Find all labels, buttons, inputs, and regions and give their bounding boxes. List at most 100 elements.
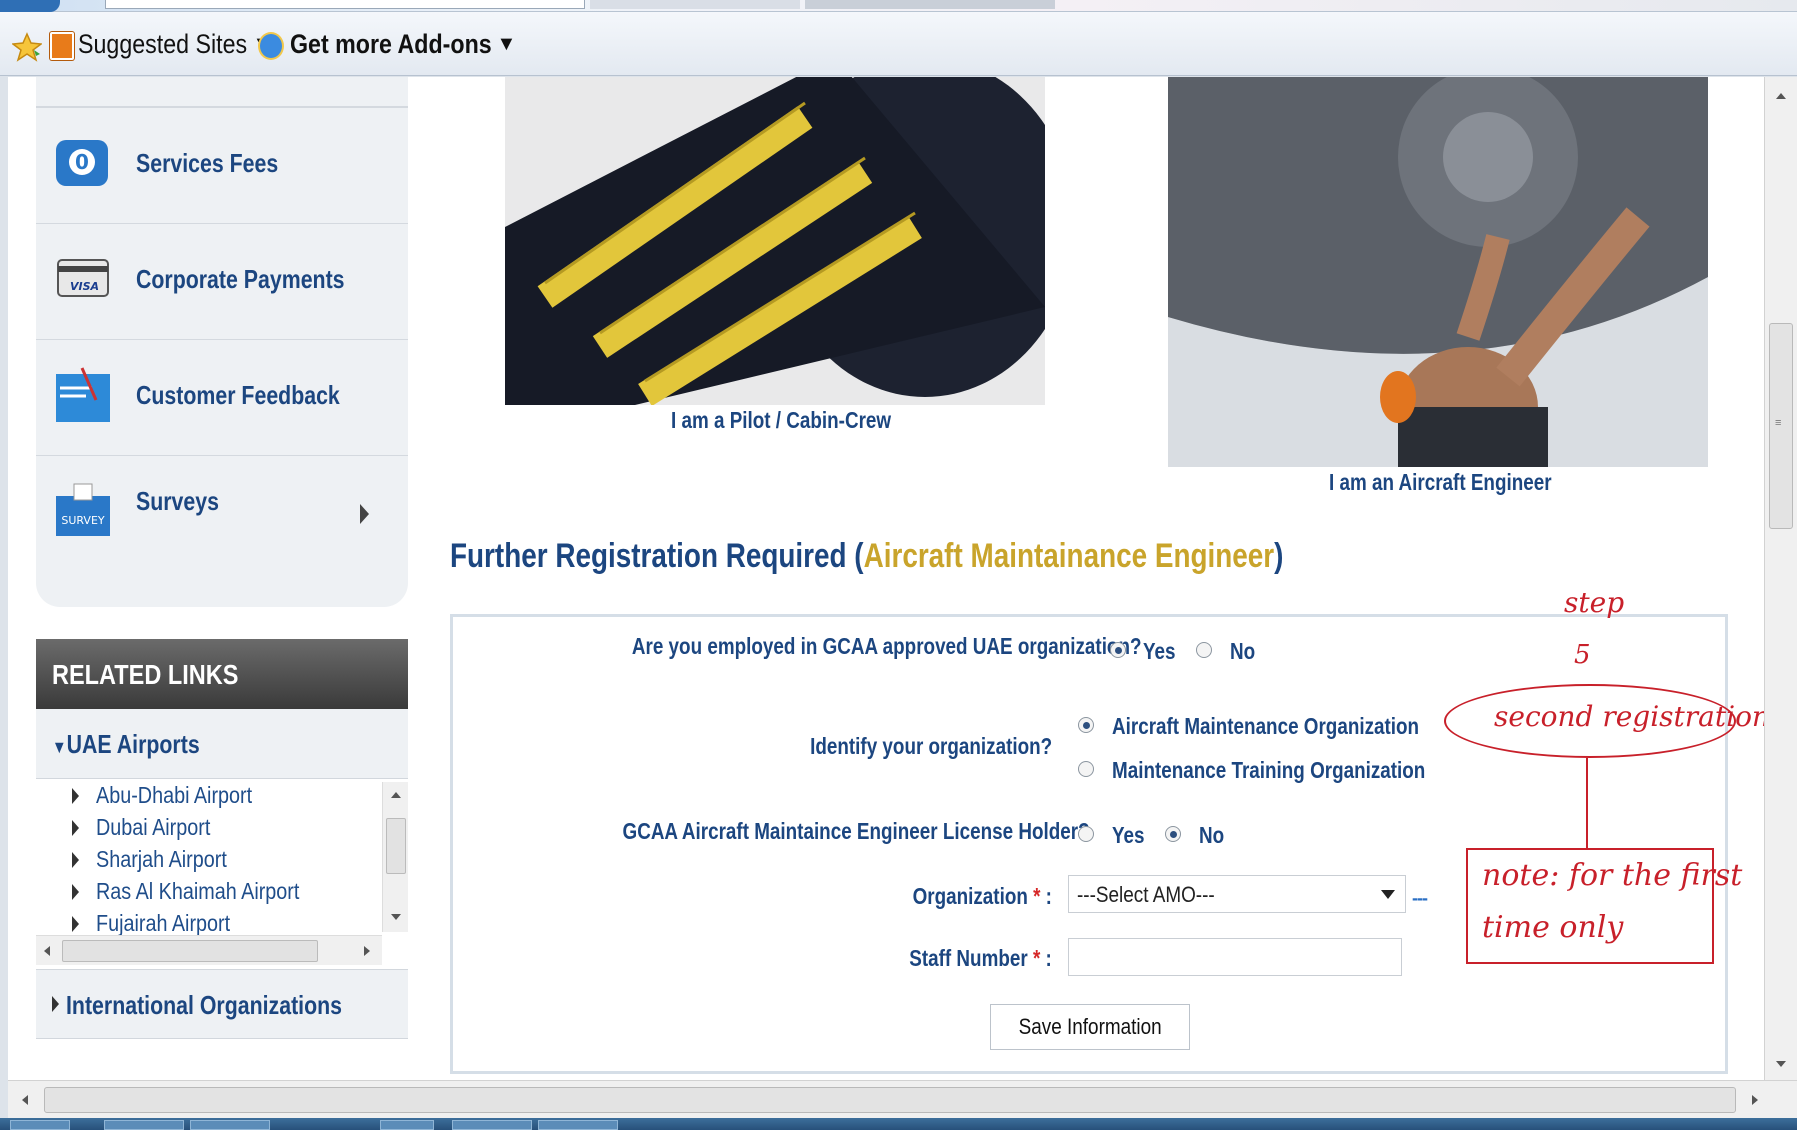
staff-number-input[interactable]	[1068, 938, 1402, 976]
get-addons-menu[interactable]: Get more Add-ons ▼	[290, 28, 516, 60]
scroll-right-icon[interactable]	[1752, 1095, 1758, 1105]
employed-no-label[interactable]: No	[1230, 638, 1261, 665]
suggested-sites-menu[interactable]: Suggested Sites ▼	[78, 28, 272, 60]
sidebar-item-customer-feedback[interactable]: Customer Feedback	[36, 339, 408, 453]
scroll-down-icon[interactable]	[391, 914, 401, 920]
address-bar[interactable]	[105, 0, 585, 9]
scroll-thumb[interactable]	[386, 818, 406, 874]
favorites-bar: Suggested Sites ▼ Get more Add-ons ▼	[0, 12, 1797, 76]
scroll-down-icon[interactable]	[1776, 1061, 1786, 1067]
sidebar-item-label: Services Fees	[136, 148, 279, 178]
engineer-photo[interactable]	[1168, 77, 1708, 467]
employed-yes-radio[interactable]	[1110, 642, 1126, 658]
uae-airports-toggle[interactable]: ▼UAE Airports	[36, 709, 408, 779]
list-item[interactable]: Sharjah Airport	[96, 846, 248, 873]
airports-vertical-scrollbar[interactable]	[382, 782, 408, 932]
taskbar-item[interactable]	[538, 1120, 618, 1130]
related-links-header: RELATED LINKS	[36, 639, 408, 709]
list-item[interactable]: Ras Al Khaimah Airport	[96, 878, 333, 905]
license-no-label[interactable]: No	[1199, 822, 1230, 849]
scroll-left-icon[interactable]	[22, 1095, 28, 1105]
list-item[interactable]: Abu-Dhabi Airport	[96, 782, 278, 809]
scroll-right-icon[interactable]	[364, 946, 370, 956]
scroll-grip-icon: ≡	[1775, 417, 1782, 429]
aircraft-engineer-image	[1168, 77, 1708, 467]
scroll-up-icon[interactable]	[391, 792, 401, 798]
chevron-down-icon: ▼	[496, 32, 517, 55]
browser-tab[interactable]	[805, 0, 1055, 9]
sidebar-item-services-fees[interactable]: 0 Services Fees	[36, 107, 408, 221]
org-option-2-label[interactable]: Maintenance Training Organization	[1112, 757, 1494, 784]
page-vertical-scrollbar[interactable]: ≡	[1764, 77, 1797, 1080]
org-option-2-radio[interactable]	[1078, 761, 1094, 777]
get-addons-label: Get more Add-ons	[290, 28, 492, 59]
chevron-right-icon	[72, 788, 79, 804]
svg-text:SURVEY: SURVEY	[61, 514, 105, 527]
question-employed: Are you employed in GCAA approved UAE or…	[631, 633, 1142, 659]
suggested-sites-icon	[50, 32, 74, 60]
chevron-right-icon	[72, 884, 79, 900]
license-yes-radio[interactable]	[1078, 826, 1094, 842]
international-organizations-title: International Organizations	[66, 990, 343, 1020]
international-organizations-toggle[interactable]: International Organizations	[36, 969, 408, 1039]
engineer-caption[interactable]: I am an Aircraft Engineer	[1329, 469, 1600, 496]
sidebar-item-label: Corporate Payments	[136, 264, 345, 294]
sidebar-item-label: Customer Feedback	[136, 380, 340, 410]
question-identify: Identify your organization?	[809, 733, 1052, 759]
browser-tab-strip	[0, 0, 1797, 12]
survey-icon: SURVEY	[56, 483, 110, 536]
taskbar-item[interactable]	[452, 1120, 532, 1130]
organization-label: Organization * :	[912, 883, 1052, 909]
license-no-radio[interactable]	[1165, 826, 1181, 842]
organization-select[interactable]: ---Select AMO---	[1068, 875, 1406, 913]
page-horizontal-scrollbar[interactable]	[8, 1080, 1797, 1118]
services-panel-top	[36, 77, 408, 107]
sidebar-item-corporate-payments[interactable]: VISA Corporate Payments	[36, 223, 408, 337]
scroll-thumb[interactable]	[62, 940, 318, 962]
list-item[interactable]: Dubai Airport	[96, 814, 229, 841]
sidebar-item-surveys[interactable]: SURVEY Surveys	[36, 455, 408, 569]
taskbar-item[interactable]	[190, 1120, 270, 1130]
org-option-1-radio[interactable]	[1078, 717, 1094, 733]
pilot-photo[interactable]	[505, 77, 1045, 405]
ie-icon	[258, 32, 284, 60]
sidebar: 0 Services Fees VISA Corporate Payments …	[30, 77, 410, 1080]
pilot-caption[interactable]: I am a Pilot / Cabin-Crew	[671, 407, 939, 434]
question-license: GCAA Aircraft Maintaince Engineer Licens…	[622, 818, 1090, 844]
chevron-down-icon	[1381, 890, 1395, 899]
scroll-left-icon[interactable]	[44, 946, 50, 956]
scroll-thumb[interactable]	[44, 1087, 1736, 1113]
chevron-right-icon	[360, 504, 369, 524]
taskbar-item[interactable]	[104, 1120, 184, 1130]
save-information-button[interactable]: Save Information	[990, 1004, 1190, 1050]
chevron-right-icon	[72, 916, 79, 932]
organization-select-value: ---Select AMO---	[1077, 882, 1215, 907]
organization-extra-dashes: ---	[1412, 888, 1428, 908]
browser-tab[interactable]	[590, 0, 800, 9]
employed-no-radio[interactable]	[1196, 642, 1212, 658]
annotation-connector	[1586, 758, 1588, 848]
sidebar-item-label: Surveys	[136, 486, 219, 516]
chevron-right-icon	[72, 852, 79, 868]
staff-number-label: Staff Number * :	[909, 945, 1052, 971]
annotation-step-number: 5	[1574, 640, 1591, 670]
employed-yes-label[interactable]: Yes	[1143, 638, 1183, 665]
org-option-1-label[interactable]: Aircraft Maintenance Organization	[1112, 713, 1486, 740]
uae-airports-title: ▼UAE Airports	[52, 729, 200, 759]
list-item[interactable]: Fujairah Airport	[96, 910, 252, 937]
svg-text:0: 0	[75, 150, 89, 174]
fees-icon: 0	[56, 140, 108, 186]
favorites-star-icon[interactable]	[12, 32, 42, 62]
license-yes-label[interactable]: Yes	[1112, 822, 1152, 849]
scroll-up-icon[interactable]	[1776, 93, 1786, 99]
feedback-icon	[56, 367, 110, 422]
airports-horizontal-scrollbar[interactable]	[36, 935, 382, 965]
start-button[interactable]	[10, 1120, 70, 1130]
annotation-second-registration: second registration	[1494, 700, 1770, 733]
os-taskbar	[0, 1118, 1797, 1130]
taskbar-item[interactable]	[380, 1120, 434, 1130]
airports-list: Abu-Dhabi Airport Dubai Airport Sharjah …	[36, 782, 408, 942]
pilot-epaulette-image	[505, 77, 1045, 405]
chevron-down-icon: ▼	[52, 737, 67, 757]
browser-back-button[interactable]	[0, 0, 60, 12]
